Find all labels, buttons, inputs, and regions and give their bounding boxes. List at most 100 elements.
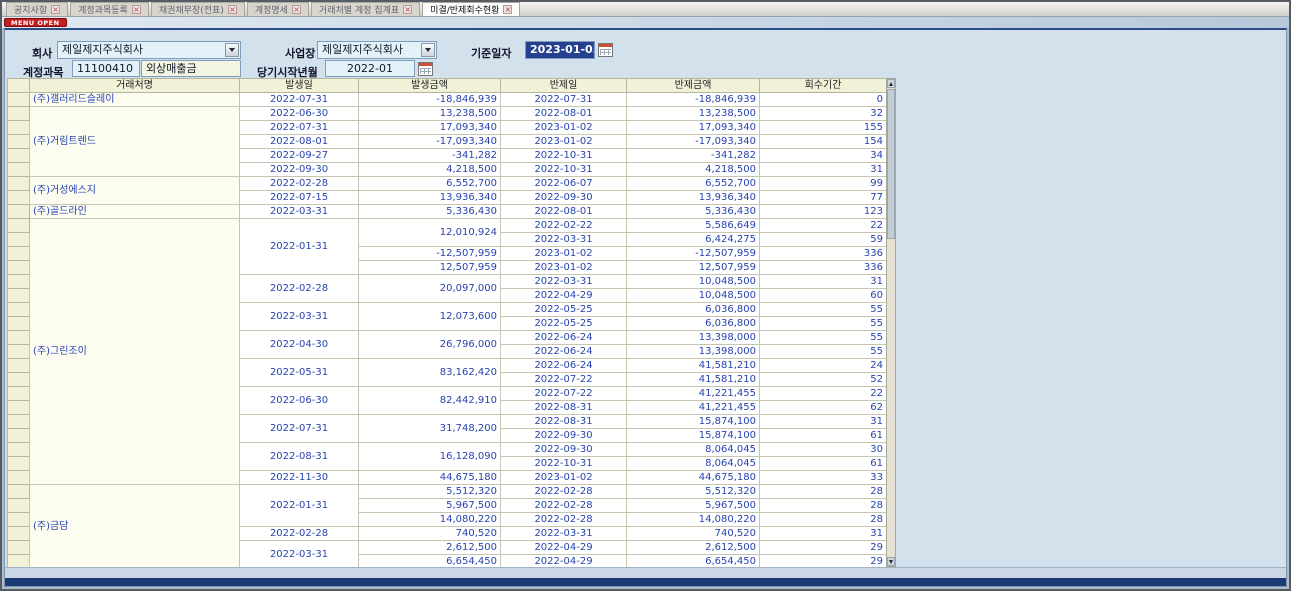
customer-name-cell[interactable]: (주)골드라인: [30, 205, 240, 219]
occur-date-cell[interactable]: 2022-03-31: [240, 303, 359, 331]
collect-days-cell[interactable]: 52: [760, 373, 887, 387]
settle-amount-cell[interactable]: 5,336,430: [627, 205, 760, 219]
collect-days-cell[interactable]: 32: [760, 107, 887, 121]
row-indicator[interactable]: [8, 303, 30, 317]
occur-amount-cell[interactable]: 16,128,090: [359, 443, 501, 471]
settle-amount-cell[interactable]: 6,036,800: [627, 317, 760, 331]
scrollbar-thumb[interactable]: [887, 89, 895, 239]
settle-amount-cell[interactable]: 15,874,100: [627, 429, 760, 443]
settle-amount-cell[interactable]: 6,424,275: [627, 233, 760, 247]
settle-amount-cell[interactable]: 5,586,649: [627, 219, 760, 233]
occur-date-cell[interactable]: 2022-03-31: [240, 205, 359, 219]
tab-item[interactable]: 공지사항×: [6, 2, 68, 16]
customer-name-cell[interactable]: (주)거림트렌드: [30, 107, 240, 177]
account-code-input[interactable]: 11100410: [72, 60, 140, 77]
occur-amount-cell[interactable]: -18,846,939: [359, 93, 501, 107]
close-icon[interactable]: ×: [51, 5, 60, 14]
settle-amount-cell[interactable]: 13,238,500: [627, 107, 760, 121]
settle-date-cell[interactable]: 2022-07-22: [501, 387, 627, 401]
settle-date-cell[interactable]: 2023-01-02: [501, 247, 627, 261]
row-indicator[interactable]: [8, 485, 30, 499]
settle-date-cell[interactable]: 2022-02-28: [501, 499, 627, 513]
row-indicator[interactable]: [8, 555, 30, 568]
account-name-field[interactable]: 외상매출금: [141, 60, 241, 77]
tab-item[interactable]: 계정명세×: [247, 2, 309, 16]
collect-days-cell[interactable]: 55: [760, 345, 887, 359]
occur-amount-cell[interactable]: 5,336,430: [359, 205, 501, 219]
settle-amount-cell[interactable]: 10,048,500: [627, 289, 760, 303]
occur-date-cell[interactable]: 2022-07-31: [240, 415, 359, 443]
company-select[interactable]: 제일제지주식회사: [57, 41, 241, 59]
base-date-input[interactable]: 2023-01-05: [525, 41, 595, 59]
row-indicator[interactable]: [8, 345, 30, 359]
settle-date-cell[interactable]: 2022-10-31: [501, 457, 627, 471]
settle-amount-cell[interactable]: 8,064,045: [627, 457, 760, 471]
collect-days-cell[interactable]: 31: [760, 275, 887, 289]
row-indicator[interactable]: [8, 373, 30, 387]
occur-date-cell[interactable]: 2022-07-15: [240, 191, 359, 205]
occur-amount-cell[interactable]: 26,796,000: [359, 331, 501, 359]
row-indicator[interactable]: [8, 317, 30, 331]
collect-days-cell[interactable]: 22: [760, 219, 887, 233]
occur-date-cell[interactable]: 2022-02-28: [240, 527, 359, 541]
settle-date-cell[interactable]: 2022-09-30: [501, 429, 627, 443]
settle-date-cell[interactable]: 2022-05-25: [501, 303, 627, 317]
occur-date-cell[interactable]: 2022-02-28: [240, 177, 359, 191]
collect-days-cell[interactable]: 28: [760, 485, 887, 499]
settle-amount-cell[interactable]: 4,218,500: [627, 163, 760, 177]
settle-date-cell[interactable]: 2022-10-31: [501, 149, 627, 163]
row-indicator[interactable]: [8, 121, 30, 135]
collect-days-cell[interactable]: 30: [760, 443, 887, 457]
occur-date-cell[interactable]: 2022-08-01: [240, 135, 359, 149]
occur-date-cell[interactable]: 2022-01-31: [240, 219, 359, 275]
row-indicator[interactable]: [8, 135, 30, 149]
menu-open-button[interactable]: MENU OPEN: [4, 18, 67, 27]
occur-amount-cell[interactable]: -341,282: [359, 149, 501, 163]
settle-amount-cell[interactable]: 740,520: [627, 527, 760, 541]
customer-name-cell[interactable]: (주)거성에스지: [30, 177, 240, 205]
settle-amount-cell[interactable]: 10,048,500: [627, 275, 760, 289]
row-indicator[interactable]: [8, 275, 30, 289]
tab-item[interactable]: 거래처별 계정 집계표×: [311, 2, 420, 16]
settle-amount-cell[interactable]: 17,093,340: [627, 121, 760, 135]
collect-days-cell[interactable]: 22: [760, 387, 887, 401]
row-indicator[interactable]: [8, 261, 30, 275]
occur-amount-cell[interactable]: 740,520: [359, 527, 501, 541]
settle-date-cell[interactable]: 2022-02-22: [501, 219, 627, 233]
occur-amount-cell[interactable]: 83,162,420: [359, 359, 501, 387]
settle-amount-cell[interactable]: 41,221,455: [627, 401, 760, 415]
collect-days-cell[interactable]: 336: [760, 261, 887, 275]
horizontal-scrollbar[interactable]: [5, 567, 1286, 578]
collect-days-cell[interactable]: 29: [760, 541, 887, 555]
site-select[interactable]: 제일제지주식회사: [317, 41, 437, 59]
collect-days-cell[interactable]: 155: [760, 121, 887, 135]
settle-amount-cell[interactable]: 41,581,210: [627, 359, 760, 373]
period-start-input[interactable]: 2022-01: [325, 60, 415, 77]
settle-date-cell[interactable]: 2023-01-02: [501, 471, 627, 485]
settle-amount-cell[interactable]: -17,093,340: [627, 135, 760, 149]
occur-date-cell[interactable]: 2022-05-31: [240, 359, 359, 387]
settle-date-cell[interactable]: 2022-10-31: [501, 163, 627, 177]
settle-date-cell[interactable]: 2022-03-31: [501, 275, 627, 289]
occur-amount-cell[interactable]: 12,010,924: [359, 219, 501, 247]
settle-date-cell[interactable]: 2022-04-29: [501, 541, 627, 555]
row-indicator[interactable]: [8, 205, 30, 219]
settle-amount-cell[interactable]: -12,507,959: [627, 247, 760, 261]
settle-amount-cell[interactable]: 41,221,455: [627, 387, 760, 401]
row-indicator[interactable]: [8, 331, 30, 345]
occur-amount-cell[interactable]: 13,936,340: [359, 191, 501, 205]
collect-days-cell[interactable]: 33: [760, 471, 887, 485]
settle-amount-cell[interactable]: 44,675,180: [627, 471, 760, 485]
settle-date-cell[interactable]: 2022-07-22: [501, 373, 627, 387]
occur-date-cell[interactable]: 2022-07-31: [240, 121, 359, 135]
collect-days-cell[interactable]: 31: [760, 415, 887, 429]
scroll-down-icon[interactable]: [887, 557, 895, 566]
row-indicator[interactable]: [8, 443, 30, 457]
row-indicator[interactable]: [8, 247, 30, 261]
chevron-down-icon[interactable]: [421, 43, 435, 57]
collect-days-cell[interactable]: 99: [760, 177, 887, 191]
occur-date-cell[interactable]: 2022-06-30: [240, 387, 359, 415]
row-indicator[interactable]: [8, 289, 30, 303]
settle-amount-cell[interactable]: 6,654,450: [627, 555, 760, 568]
occur-amount-cell[interactable]: 14,080,220: [359, 513, 501, 527]
